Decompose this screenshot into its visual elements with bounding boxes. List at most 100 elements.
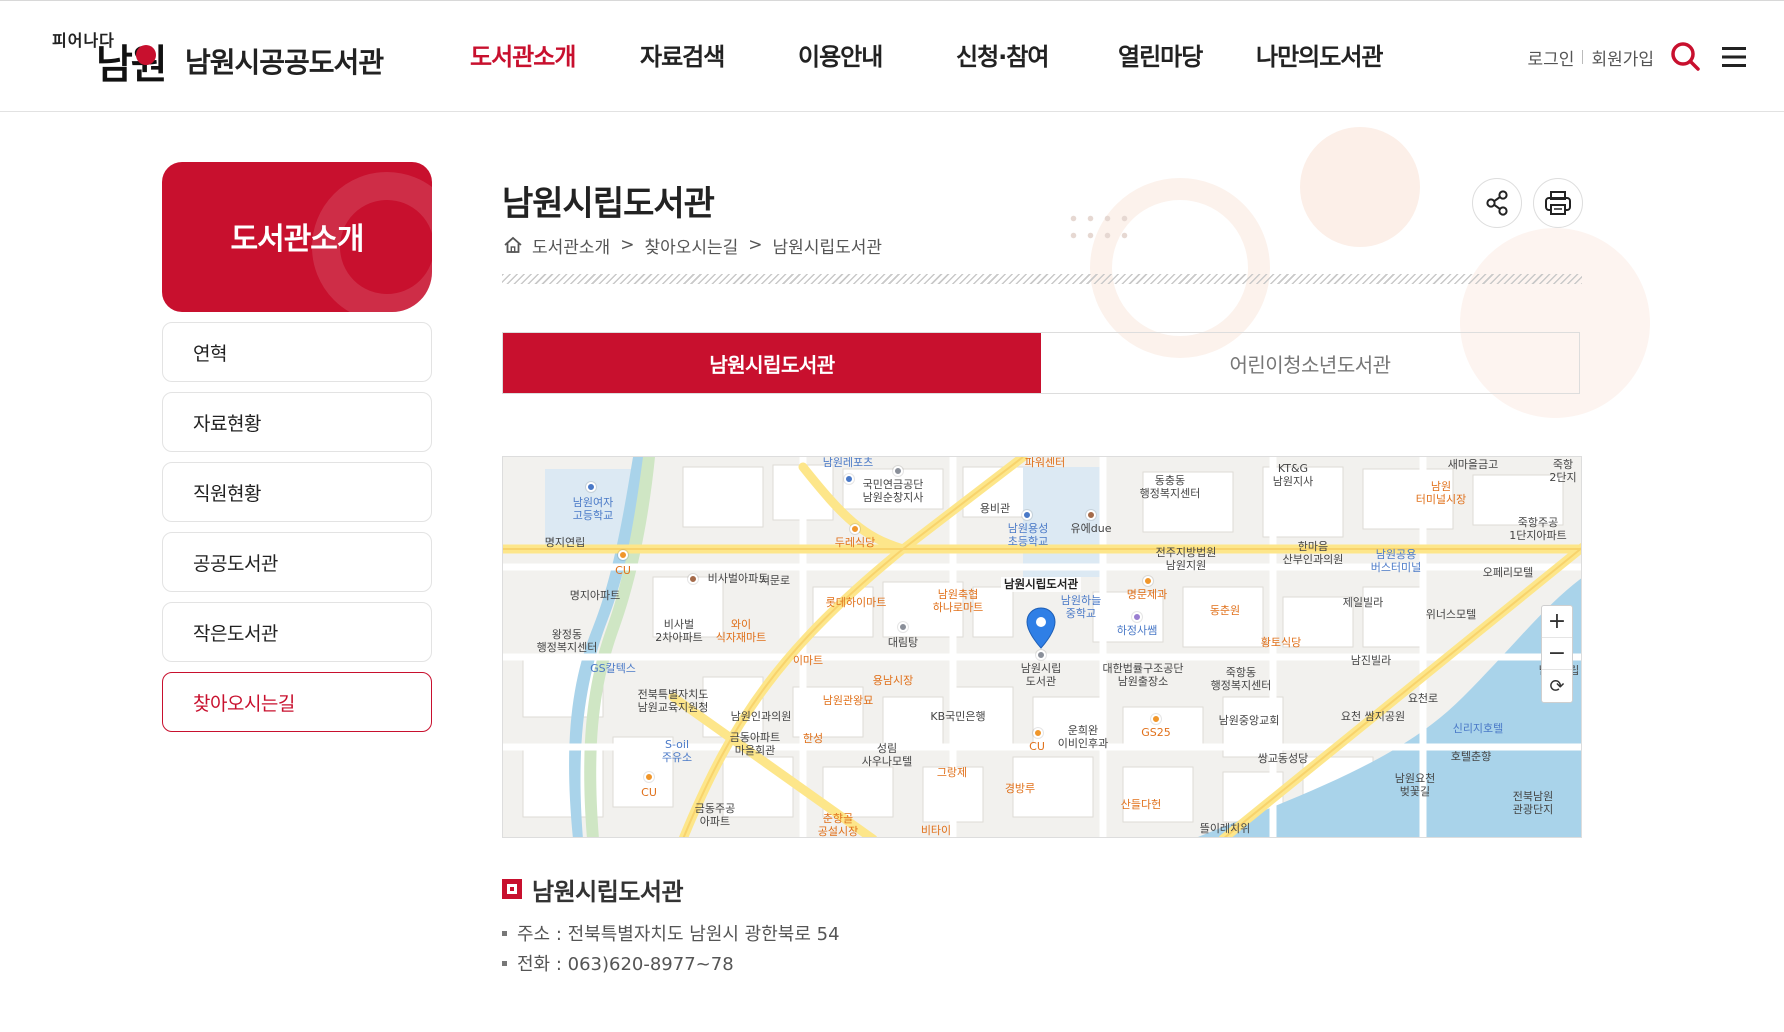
map-zoom-control: + − ⟳ [1541,605,1573,703]
sidebar-item-public-library[interactable]: 공공도서관 [162,532,432,592]
breadcrumb-item[interactable]: 찾아오시는길 [644,233,738,258]
location-map[interactable]: 남원레포츠 국민연금공단 남원순창지사 파워센터 동충동 행정복지센터 KT&G 남원… [502,456,1582,838]
map-poi-restaurant-icon[interactable] [850,524,860,534]
map-label-selected-library: 남원시립도서관 [1000,577,1082,593]
map-label: 남원 터미널시장 [1415,480,1467,506]
tab-children-youth-library[interactable]: 어린이청소년도서관 [1041,333,1579,393]
map-label: 위너스모텔 [1425,608,1477,621]
map-label: 남원하늘 중학교 [1060,594,1102,620]
map-label: 남원시립 도서관 [1020,662,1062,688]
zoom-in-button[interactable]: + [1542,606,1572,638]
zoom-out-button[interactable]: − [1542,638,1572,670]
login-link[interactable]: 로그인 [1528,45,1575,70]
map-poi-icon[interactable] [844,474,854,484]
bullet-icon [502,930,507,936]
map-poi-school-icon[interactable] [586,482,596,492]
decoration-arc [1090,178,1270,358]
map-location-pin-icon[interactable] [1026,607,1056,649]
sidebar-item-directions[interactable]: 찾아오시는길 [162,672,432,732]
map-poi-icon[interactable] [1143,576,1153,586]
sidebar-menu: 연혁 자료현황 직원현황 공공도서관 작은도서관 찾아오시는길 [162,322,432,742]
map-label: 파워센터 [1024,456,1066,469]
home-icon[interactable] [502,234,524,256]
map-poi-icon[interactable] [688,574,698,584]
breadcrumb-separator: > [620,235,635,255]
map-label: 남원요천 벚꽃길 [1394,772,1436,798]
map-reset-button[interactable]: ⟳ [1542,670,1572,702]
sidebar-item-small-library[interactable]: 작은도서관 [162,602,432,662]
sidebar-item-history[interactable]: 연혁 [162,322,432,382]
map-label: CU [641,786,657,799]
page-title: 남원시립도서관 [502,184,715,224]
map-label: 남원중앙교회 [1218,714,1280,727]
print-button[interactable] [1533,178,1583,228]
sidebar-item-staff-status[interactable]: 직원현황 [162,462,432,522]
map-label: 대한법률구조공단 남원출장소 [1102,662,1184,688]
share-button[interactable] [1472,178,1522,228]
printer-icon [1545,191,1571,215]
title-divider [502,274,1582,284]
sidebar-item-collection-status[interactable]: 자료현황 [162,392,432,452]
map-label: 죽항 2단지 [1549,458,1577,484]
map-poi-store-icon[interactable] [1033,728,1043,738]
map-label: GS칼텍스 [590,662,636,675]
library-phone-text: 전화 : 063)620-8977~78 [517,954,734,975]
util-divider [1582,50,1584,64]
breadcrumb: 도서관소개 > 찾아오시는길 > 남원시립도서관 [502,232,882,258]
map-poi-store-icon[interactable] [1151,714,1161,724]
map-label: KB국민은행 [930,710,986,723]
nav-my-library[interactable]: 나만의도서관 [1256,37,1383,77]
map-label: 춘향골 공설시장 [817,812,859,838]
signup-link[interactable]: 회원가입 [1591,45,1654,70]
map-label: 명문제과 [1126,588,1168,601]
map-label: 호텔춘향 [1450,750,1492,763]
map-label: 용비관 [979,502,1011,515]
nav-apply-participate[interactable]: 신청·참여 [956,37,1118,77]
hamburger-menu-icon[interactable] [1714,37,1754,77]
map-label: 운희완 이비인후과 [1057,724,1109,750]
map-label: 전북남원 관광단지 [1512,790,1554,816]
utility-menu: 로그인 회원가입 [1528,37,1754,77]
map-poi-store-icon[interactable] [618,550,628,560]
nav-usage-guide[interactable]: 이용안내 [798,37,956,77]
map-label: 한마음 산부인과의원 [1282,540,1344,566]
nav-library-intro[interactable]: 도서관소개 [470,37,640,77]
map-label: 뜰이레치위 [1199,822,1251,835]
main-navigation: 도서관소개 자료검색 이용안내 신청·참여 열린마당 나만의도서관 [470,37,1383,77]
map-label: 유에due [1070,522,1112,535]
map-label: 남원용성 초등학교 [1007,522,1049,548]
map-label: 전북특별자치도 남원교육지원청 [637,688,709,714]
map-poi-library-icon[interactable] [1036,650,1046,660]
map-label: 왕정동 행정복지센터 [536,628,598,654]
map-label: 명지연립 [544,536,586,549]
site-logo[interactable]: 피어나다 남원 남원시공공도서관 [50,23,384,93]
map-label: 새마을금고 [1447,458,1499,471]
nav-search-materials[interactable]: 자료검색 [640,37,798,77]
search-icon[interactable] [1666,37,1706,77]
map-label: KT&G 남원지사 [1272,462,1314,488]
decoration-circle [1300,127,1420,247]
map-poi-store-icon[interactable] [644,772,654,782]
library-info-list: 주소 : 전북특별자치도 남원시 광한북로 54 전화 : 063)620-89… [502,918,840,978]
map-label: 남진빌라 [1350,654,1392,667]
map-label: 쌍교동성당 [1257,752,1309,765]
library-phone: 전화 : 063)620-8977~78 [502,948,840,978]
map-label: 비사벌 2차아파트 [655,618,703,644]
breadcrumb-item[interactable]: 도서관소개 [532,233,610,258]
logo-title: 남원시공공도서관 [185,46,384,79]
map-poi-icon[interactable] [898,622,908,632]
bullet-icon [502,960,507,966]
breadcrumb-separator: > [748,235,763,255]
map-poi-icon[interactable] [1086,510,1096,520]
map-label: 전주지방법원 남원지원 [1155,546,1217,572]
map-label: 서문로 [759,574,791,587]
map-poi-school-icon[interactable] [1022,510,1032,520]
map-poi-icon[interactable] [893,466,903,476]
map-label: GS25 [1141,726,1171,739]
map-label: 동충동 행정복지센터 [1139,474,1201,500]
nav-open-forum[interactable]: 열린마당 [1118,37,1256,77]
map-label: 남원공용 버스터미널 [1370,548,1422,574]
tab-city-library[interactable]: 남원시립도서관 [503,333,1041,393]
map-poi-icon[interactable] [1132,612,1142,622]
map-label: 남원관왕묘 [822,694,874,707]
